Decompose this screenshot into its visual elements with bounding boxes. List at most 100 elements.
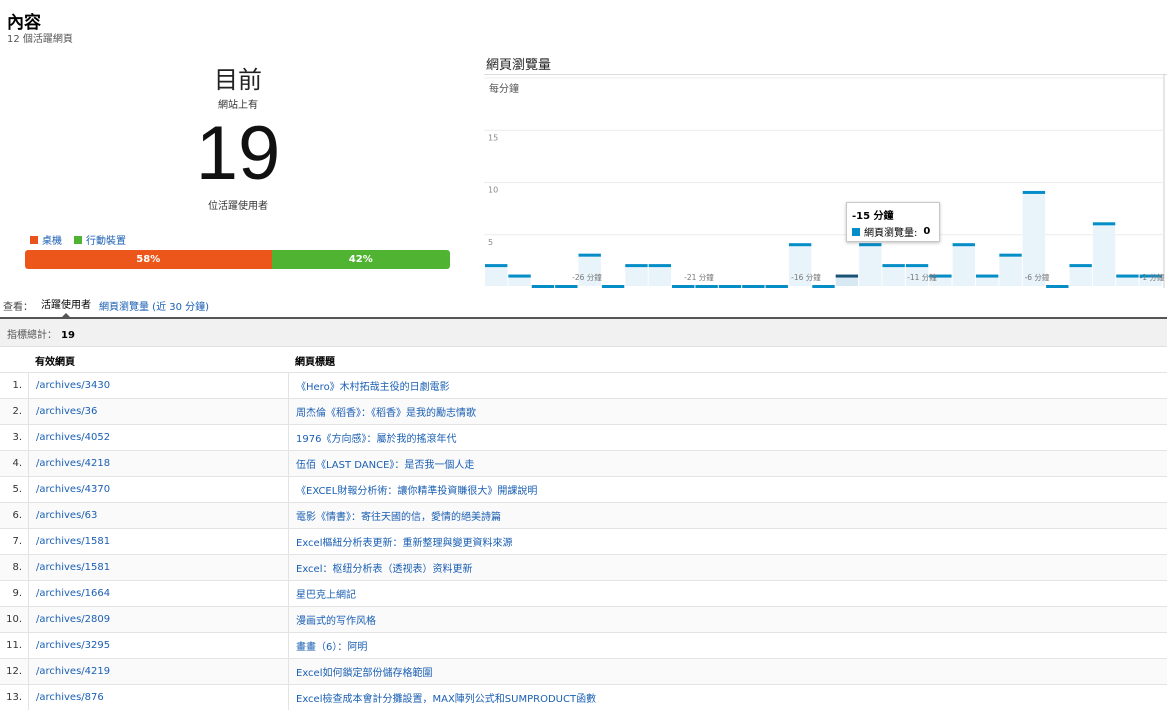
view-prefix: 查看：	[3, 302, 33, 313]
metrics-total-value: 19	[61, 330, 75, 341]
active-user-count: 19	[195, 111, 281, 196]
row-title-link[interactable]: Excel樞紐分析表更新：重新整理與變更資料來源	[288, 529, 1167, 554]
table-row: 6. /archives/63 電影《情書》：寄往天國的信，愛情的絕美詩篇	[0, 502, 1167, 528]
row-index: 7.	[12, 536, 22, 547]
x-tick-label: -26 分鐘	[572, 272, 602, 282]
row-page-link[interactable]: /archives/36	[28, 399, 288, 424]
chart-bar-top	[999, 253, 1022, 257]
chart-bar-top	[485, 264, 508, 268]
header-active-page[interactable]: 有效網頁	[0, 348, 288, 372]
chart-bar	[952, 244, 975, 286]
active-users-summary: 目前 網站上有 19 位活躍使用者	[100, 66, 376, 212]
mobile-share-segment[interactable]: 42%	[271, 250, 450, 269]
row-index: 1.	[12, 380, 22, 391]
row-page-link[interactable]: /archives/1581	[28, 555, 288, 580]
chart-tooltip: -15 分鐘 網頁瀏覽量: 0	[846, 202, 940, 242]
chart-bar-top	[812, 285, 835, 288]
view-tabs: 查看： 活躍使用者 網頁瀏覽量 (近 30 分鐘)	[3, 296, 209, 315]
legend-mobile: 行動裝置	[74, 232, 126, 247]
chart-bar-top	[625, 264, 648, 268]
y-tick-label: 5	[488, 238, 493, 247]
header-page-title[interactable]: 網頁標題	[288, 348, 1167, 372]
row-page-link[interactable]: /archives/4219	[28, 659, 288, 684]
chart-bar-top	[1069, 264, 1092, 268]
row-page-link[interactable]: /archives/4370	[28, 477, 288, 502]
row-title-link[interactable]: 畫畫（6）：阿明	[288, 633, 1167, 658]
table-row: 2. /archives/36 周杰倫《稻香》：《稻香》是我的勵志情歌	[0, 398, 1167, 424]
pageviews-chart[interactable]: 15 10 5 -26 分鐘 -21 分鐘 -16 分鐘 -11 分鐘 -6 分鐘 -1 分鐘	[484, 74, 1167, 288]
row-index: 3.	[12, 432, 22, 443]
chart-bar	[999, 254, 1022, 286]
table-row: 8. /archives/1581 Excel：枢纽分析表（透视表）资料更新	[0, 554, 1167, 580]
chart-bar-top	[672, 285, 695, 288]
row-title-link[interactable]: Excel檢查成本會計分攤設置，MAX陣列公式和SUMPRODUCT函數	[288, 685, 1167, 710]
row-title-link[interactable]: 《EXCEL財報分析術：讓你精準投資賺很大》開課說明	[288, 477, 1167, 502]
table-row: 10. /archives/2809 漫画式的写作风格	[0, 606, 1167, 632]
mobile-swatch-icon	[74, 235, 82, 244]
row-title-link[interactable]: 周杰倫《稻香》：《稻香》是我的勵志情歌	[288, 399, 1167, 424]
table-row: 4. /archives/4218 伍佰《LAST DANCE》：是否我一個人走	[0, 450, 1167, 476]
table-header: 有效網頁 網頁標題	[0, 348, 1167, 372]
x-tick-label: -16 分鐘	[791, 272, 821, 282]
row-title-link[interactable]: Excel如何鎖定部份儲存格範圍	[288, 659, 1167, 684]
tab-pageviews[interactable]: 網頁瀏覽量 (近 30 分鐘)	[99, 298, 209, 313]
chart-bar	[485, 265, 508, 286]
legend-desktop: 桌機	[30, 232, 62, 247]
row-page-link[interactable]: /archives/1664	[28, 581, 288, 606]
desktop-share-segment[interactable]: 58%	[25, 250, 272, 269]
chart-bar-top	[975, 274, 999, 278]
active-pages-table: 有效網頁 網頁標題 1. /archives/3430 《Hero》木村拓哉主役的日…	[0, 348, 1167, 710]
tab-active-users[interactable]: 活躍使用者	[41, 296, 91, 315]
chart-bar-top	[1022, 190, 1046, 194]
chart-bar-top	[765, 285, 788, 288]
row-title-link[interactable]: 1976《方向感》：屬於我的搖滾年代	[288, 425, 1167, 450]
row-index: 4.	[12, 458, 22, 469]
table-body: 1. /archives/3430 《Hero》木村拓哉主役的日劇電影 2. /arch…	[0, 372, 1167, 710]
row-page-link[interactable]: /archives/1581	[28, 529, 288, 554]
row-page-link[interactable]: /archives/876	[28, 685, 288, 710]
row-title-link[interactable]: 伍佰《LAST DANCE》：是否我一個人走	[288, 451, 1167, 476]
legend-desktop-label: 桌機	[42, 236, 62, 247]
chart-bar-top	[695, 285, 718, 288]
row-title-link[interactable]: 電影《情書》：寄往天國的信，愛情的絕美詩篇	[288, 503, 1167, 528]
x-tick-label: -21 分鐘	[684, 272, 714, 282]
chart-unit-label: 每分鐘	[489, 84, 519, 95]
chart-bar-top	[905, 264, 929, 268]
row-page-link[interactable]: /archives/3430	[28, 373, 288, 398]
chart-bar-top	[718, 285, 742, 288]
chart-bar-top	[835, 274, 859, 278]
table-row: 9. /archives/1664 星巴克上網記	[0, 580, 1167, 606]
x-tick-label: -6 分鐘	[1025, 272, 1050, 282]
chart-bar-top	[788, 243, 812, 247]
chart-bar	[625, 265, 648, 286]
chart-bar-top	[601, 285, 625, 288]
chart-bar	[648, 265, 672, 286]
row-page-link[interactable]: /archives/63	[28, 503, 288, 528]
row-page-link[interactable]: /archives/2809	[28, 607, 288, 632]
row-index: 11.	[6, 640, 22, 651]
metrics-total-label: 指標總計：	[7, 330, 57, 341]
chart-bar	[859, 244, 882, 286]
table-row: 1. /archives/3430 《Hero》木村拓哉主役的日劇電影	[0, 372, 1167, 398]
table-row: 11. /archives/3295 畫畫（6）：阿明	[0, 632, 1167, 658]
chart-bar	[1092, 223, 1116, 286]
row-title-link[interactable]: Excel：枢纽分析表（透视表）资料更新	[288, 555, 1167, 580]
chart-bar-top	[882, 264, 905, 268]
row-title-link[interactable]: 《Hero》木村拓哉主役的日劇電影	[288, 373, 1167, 398]
row-page-link[interactable]: /archives/4218	[28, 451, 288, 476]
page-subtitle: 12 個活躍網頁	[7, 34, 73, 45]
chart-bar-top	[1046, 285, 1069, 288]
chart-bar-top	[952, 243, 975, 247]
row-index: 13.	[6, 692, 22, 703]
table-row: 13. /archives/876 Excel檢查成本會計分攤設置，MAX陣列公式和…	[0, 684, 1167, 710]
row-page-link[interactable]: /archives/3295	[28, 633, 288, 658]
row-title-link[interactable]: 星巴克上網記	[288, 581, 1167, 606]
row-title-link[interactable]: 漫画式的写作风格	[288, 607, 1167, 632]
chart-bar-top	[859, 243, 882, 247]
row-index: 6.	[12, 510, 22, 521]
row-page-link[interactable]: /archives/4052	[28, 425, 288, 450]
x-tick-label: -1 分鐘	[1140, 272, 1165, 282]
chart-bar-top	[508, 274, 531, 278]
tooltip-label: 網頁瀏覽量:	[864, 228, 918, 239]
desktop-swatch-icon	[30, 235, 38, 244]
